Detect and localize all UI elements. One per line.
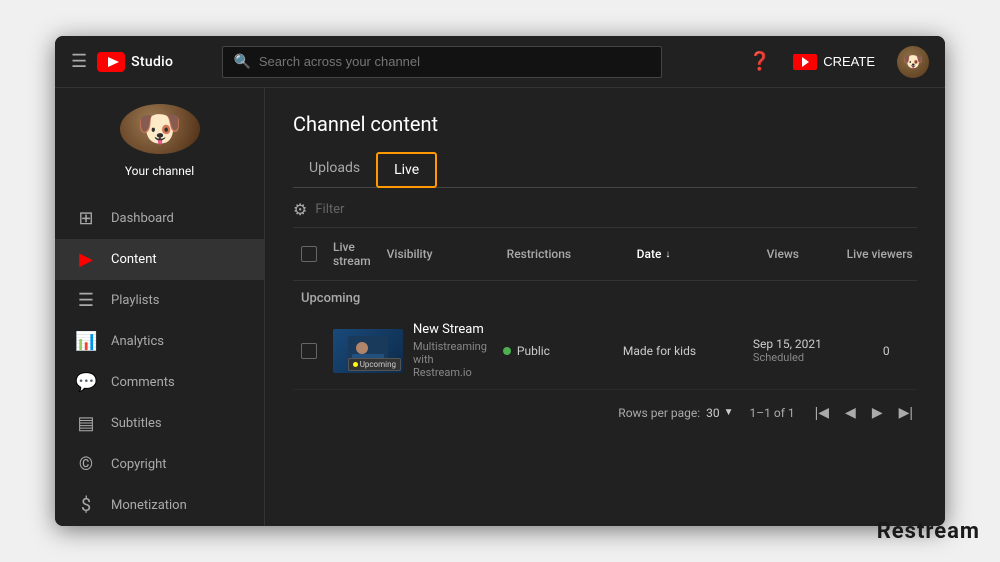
next-page-button[interactable]: ▶ <box>868 402 887 423</box>
help-icon[interactable]: ❓ <box>749 51 771 72</box>
stream-subtitle: Multistreaming with Restream.io <box>413 340 487 379</box>
th-live-viewers: Live viewers <box>839 243 939 265</box>
sidebar-item-playlists[interactable]: ☰ Playlists <box>55 280 264 321</box>
monetization-icon: $ <box>75 495 97 516</box>
youtube-logo-icon <box>97 52 125 72</box>
section-upcoming: Upcoming <box>293 281 917 312</box>
user-avatar[interactable]: 🐶 <box>897 46 929 78</box>
pagination-row: Rows per page: 30 ▼ 1–1 of 1 |◀ ◀ ▶ ▶| <box>293 390 917 427</box>
th-live-stream: Live stream <box>325 236 379 272</box>
sidebar-item-label-analytics: Analytics <box>111 334 164 349</box>
tab-uploads[interactable]: Uploads <box>293 152 376 188</box>
th-views: Views <box>759 243 839 265</box>
studio-label: Studio <box>131 54 173 70</box>
sidebar-item-monetization[interactable]: $ Monetization <box>55 485 264 526</box>
avatar-placeholder: 🐶 <box>897 46 929 78</box>
subtitles-icon: ▤ <box>75 413 97 434</box>
table-row: Ready Ready Upcoming New Stream Multistr… <box>293 312 917 390</box>
topbar-left: ☰ Studio <box>71 51 173 72</box>
sidebar-item-label-comments: Comments <box>111 375 175 390</box>
sidebar-item-subtitles[interactable]: ▤ Subtitles <box>55 403 264 444</box>
visibility-dot <box>503 347 511 355</box>
hamburger-icon[interactable]: ☰ <box>71 51 87 72</box>
sidebar-item-label-playlists: Playlists <box>111 293 159 308</box>
sidebar-nav: ⊞ Dashboard ▶ Content ☰ Playlists 📊 Anal… <box>55 198 264 526</box>
visibility-cell: Public <box>495 340 615 362</box>
views-cell: 0 <box>875 340 945 362</box>
visibility-label: Public <box>517 344 550 358</box>
restrictions-cell: Made for kids <box>615 340 745 362</box>
page-title: Channel content <box>293 112 917 136</box>
filter-row: ⚙ Filter <box>293 188 917 228</box>
per-page-chevron-icon: ▼ <box>724 407 734 418</box>
stream-info: Ready Ready Upcoming New Stream Multistr… <box>333 322 487 379</box>
live-dot <box>353 362 358 367</box>
search-icon: 🔍 <box>233 54 250 70</box>
channel-name: Your channel <box>125 164 194 178</box>
sidebar-item-label-monetization: Monetization <box>111 498 187 513</box>
sort-arrow-icon: ↓ <box>665 249 670 260</box>
sidebar-item-label-content: Content <box>111 252 157 267</box>
channel-avatar[interactable]: 🐶 <box>120 104 200 154</box>
main-content: 🐶 Your channel ⊞ Dashboard ▶ Content ☰ P… <box>55 88 945 526</box>
tabs: Uploads Live <box>293 152 917 188</box>
th-checkbox <box>293 242 325 266</box>
filter-placeholder[interactable]: Filter <box>315 202 344 217</box>
filter-icon: ⚙ <box>293 200 307 219</box>
th-comments: Comments <box>939 243 945 265</box>
first-page-button[interactable]: |◀ <box>811 402 833 423</box>
select-all-checkbox[interactable] <box>301 246 317 262</box>
copyright-icon: © <box>75 454 97 475</box>
upcoming-badge-text: Upcoming <box>360 360 396 369</box>
content-icon: ▶ <box>75 249 97 270</box>
sidebar-item-label-dashboard: Dashboard <box>111 211 174 226</box>
rows-per-page-label: Rows per page: <box>618 406 700 420</box>
analytics-icon: 📊 <box>75 331 97 352</box>
table-header: Live stream Visibility Restrictions Date… <box>293 228 917 281</box>
prev-page-button[interactable]: ◀ <box>841 402 860 423</box>
restream-watermark: Restream <box>877 519 980 544</box>
stream-thumbnail: Ready Ready Upcoming <box>333 329 403 373</box>
date-sub: Scheduled <box>753 351 867 364</box>
playlists-icon: ☰ <box>75 290 97 311</box>
app-window: ☰ Studio 🔍 ❓ CREATE 🐶 <box>55 36 945 526</box>
th-date[interactable]: Date ↓ <box>629 243 759 265</box>
upcoming-badge: Upcoming <box>348 358 401 371</box>
sidebar-item-copyright[interactable]: © Copyright <box>55 444 264 485</box>
comments-icon: 💬 <box>75 372 97 393</box>
row-checkbox[interactable] <box>293 339 325 363</box>
create-button[interactable]: CREATE <box>785 50 883 74</box>
date-main: Sep 15, 2021 <box>753 337 867 351</box>
last-page-button[interactable]: ▶| <box>895 402 917 423</box>
sidebar-item-analytics[interactable]: 📊 Analytics <box>55 321 264 362</box>
per-page-value: 30 <box>706 406 720 420</box>
logo-area: Studio <box>97 52 173 72</box>
topbar-right: ❓ CREATE 🐶 <box>749 46 929 78</box>
stream-text: New Stream Multistreaming with Restream.… <box>413 322 487 379</box>
date-cell: Sep 15, 2021 Scheduled <box>745 333 875 368</box>
topbar: ☰ Studio 🔍 ❓ CREATE 🐶 <box>55 36 945 88</box>
rows-per-page: Rows per page: 30 ▼ <box>618 406 733 420</box>
sidebar-item-dashboard[interactable]: ⊞ Dashboard <box>55 198 264 239</box>
sidebar: 🐶 Your channel ⊞ Dashboard ▶ Content ☰ P… <box>55 88 265 526</box>
create-label: CREATE <box>823 54 875 69</box>
sidebar-item-content[interactable]: ▶ Content <box>55 239 264 280</box>
stream-info-cell: Ready Ready Upcoming New Stream Multistr… <box>325 318 495 383</box>
page-range: 1–1 of 1 <box>750 406 795 420</box>
sidebar-item-label-copyright: Copyright <box>111 457 167 472</box>
th-restrictions: Restrictions <box>499 243 629 265</box>
sidebar-item-comments[interactable]: 💬 Comments <box>55 362 264 403</box>
search-bar[interactable]: 🔍 <box>222 46 662 78</box>
stream-title: New Stream <box>413 322 487 337</box>
th-visibility: Visibility <box>379 243 499 265</box>
sidebar-item-label-subtitles: Subtitles <box>111 416 162 431</box>
per-page-select[interactable]: 30 ▼ <box>706 406 733 420</box>
search-input[interactable] <box>259 54 652 69</box>
page-content: Channel content Uploads Live ⚙ Filter Li… <box>265 88 945 526</box>
dashboard-icon: ⊞ <box>75 208 97 229</box>
camera-icon <box>793 54 817 70</box>
tab-live[interactable]: Live <box>376 152 437 188</box>
